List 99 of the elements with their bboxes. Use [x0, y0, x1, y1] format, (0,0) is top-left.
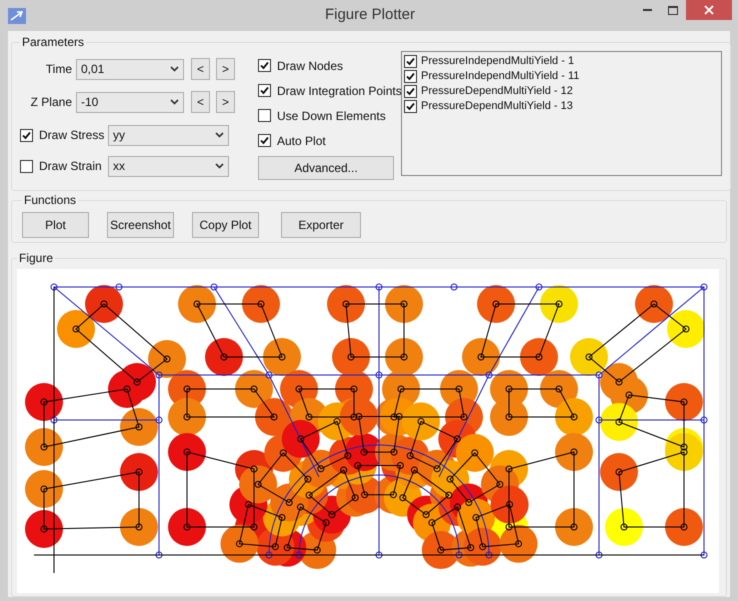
checkbox[interactable]	[20, 160, 33, 172]
chevron-down-icon	[215, 132, 224, 138]
stress-circle	[327, 285, 365, 323]
stress-circle	[85, 285, 123, 323]
stress-circle	[635, 285, 673, 323]
stress-circle	[25, 383, 63, 421]
stress-circle	[120, 453, 158, 491]
check-icon	[260, 136, 269, 145]
window-title: Figure Plotter	[324, 5, 416, 26]
list-item-label: PressureIndependMultiYield - 1	[421, 54, 574, 70]
advanced-button[interactable]: Advanced...	[258, 156, 394, 180]
checkbox[interactable]	[258, 84, 271, 97]
minimize-icon	[642, 9, 652, 11]
stress-circle	[520, 338, 558, 376]
stress-circle	[25, 428, 63, 466]
check-icon	[22, 130, 31, 140]
check-icon	[260, 86, 269, 95]
group-title: Parameters	[21, 34, 86, 51]
stress-circle	[570, 338, 608, 376]
stress-circle	[148, 340, 186, 378]
list-item-label: PressureDependMultiYield - 12	[421, 84, 573, 100]
stress-circle	[555, 433, 593, 471]
stress-circle	[464, 528, 502, 566]
checkbox-label: Use Down Elements	[277, 108, 386, 124]
stress-circle	[168, 508, 206, 546]
maximize-icon	[668, 6, 678, 14]
chevron-down-icon	[215, 163, 224, 169]
checkbox[interactable]	[404, 100, 417, 113]
stress-circle	[665, 508, 703, 546]
stress-circle	[600, 453, 638, 491]
stress-circle	[168, 398, 206, 436]
function-button[interactable]: Exporter	[281, 212, 361, 238]
dropdown[interactable]: -10	[76, 92, 184, 112]
stress-circle	[120, 508, 158, 546]
checkbox[interactable]	[404, 85, 417, 98]
previous-button[interactable]: <	[191, 58, 210, 80]
next-button[interactable]: >	[216, 58, 235, 80]
stress-circle	[282, 420, 320, 458]
checkbox[interactable]	[404, 70, 417, 83]
stress-circle	[667, 310, 705, 348]
function-button[interactable]: Copy Plot	[192, 212, 259, 238]
stress-circle	[555, 508, 593, 546]
close-button[interactable]	[686, 0, 732, 20]
stress-circle	[477, 285, 515, 323]
next-button[interactable]: >	[216, 91, 235, 113]
stress-circle	[500, 524, 538, 563]
close-icon	[704, 5, 714, 15]
function-button[interactable]: Plot	[22, 212, 89, 238]
stress-circle	[385, 285, 423, 323]
checkbox[interactable]	[20, 128, 33, 142]
stress-circle	[205, 338, 243, 376]
stress-circle	[600, 403, 638, 441]
dropdown[interactable]: xx	[108, 156, 229, 176]
function-button[interactable]: Screenshot	[107, 212, 174, 238]
stress-circle	[332, 338, 370, 376]
field-label: Time	[44, 61, 73, 78]
stress-circle	[665, 433, 703, 471]
stress-circle	[665, 383, 703, 421]
stress-circle	[242, 285, 280, 323]
group-title: Figure	[18, 250, 54, 267]
checkbox[interactable]	[258, 59, 271, 72]
app-icon	[8, 8, 26, 24]
chevron-down-icon	[170, 99, 179, 105]
stress-circle	[555, 398, 593, 436]
dropdown[interactable]: yy	[108, 124, 229, 146]
checkbox-label: Draw Stress	[39, 127, 104, 144]
field-label: Z Plane	[30, 94, 73, 111]
stress-circle	[340, 397, 378, 436]
checkbox-label: Draw Nodes	[277, 58, 344, 74]
stress-circle	[220, 524, 258, 563]
stress-circle	[605, 508, 643, 546]
checkbox-label: Draw Integration Points	[277, 82, 402, 100]
dropdown[interactable]: 0,01	[76, 58, 184, 80]
group-title: Functions	[23, 192, 78, 209]
stress-circle	[540, 285, 578, 323]
stress-circle	[239, 465, 278, 504]
check-icon	[260, 61, 269, 70]
stress-circle	[490, 486, 529, 524]
checkbox[interactable]	[404, 55, 417, 68]
checkbox[interactable]	[258, 109, 271, 122]
stress-circle	[120, 408, 158, 446]
stress-circle	[263, 338, 301, 376]
stress-circle	[402, 402, 440, 440]
stress-circle	[456, 434, 494, 472]
chevron-down-icon	[170, 66, 179, 72]
stress-circle	[25, 470, 63, 508]
stress-circle	[57, 310, 95, 348]
checkbox-label: Auto Plot	[277, 132, 326, 150]
stress-circle	[462, 338, 500, 376]
checkbox-label: Draw Strain	[39, 158, 102, 175]
stress-circle	[235, 370, 273, 408]
stress-circle	[168, 433, 206, 471]
previous-button[interactable]: <	[191, 91, 210, 113]
stress-circle	[178, 285, 216, 323]
list-item-label: PressureDependMultiYield - 13	[421, 99, 573, 114]
checkbox[interactable]	[258, 134, 271, 147]
stress-circle	[25, 510, 63, 548]
stress-circle	[385, 338, 423, 376]
list-item-label: PressureIndependMultiYield - 11	[421, 69, 580, 84]
